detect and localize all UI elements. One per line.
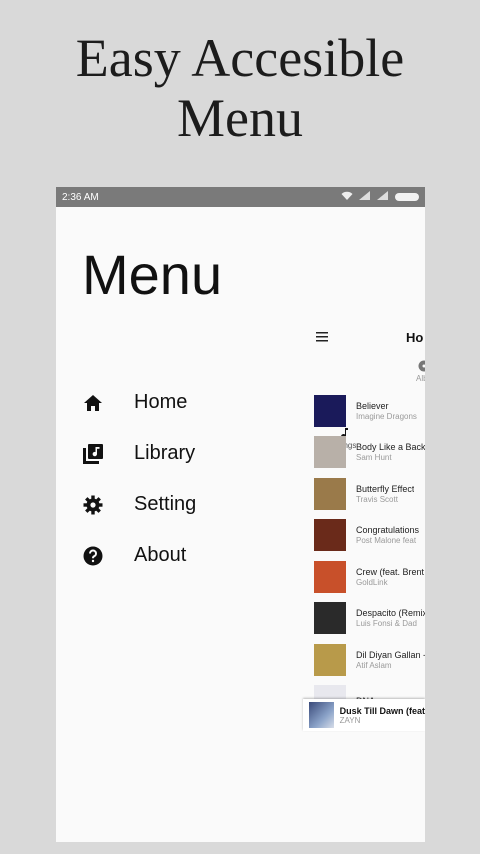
song-title: Dil Diyan Gallan - bbox=[356, 649, 425, 660]
home-icon bbox=[82, 392, 104, 414]
song-text: Despacito (Remix Luis Fonsi & Dad bbox=[356, 607, 425, 629]
hamburger-menu-icon[interactable] bbox=[316, 330, 328, 345]
song-text: Dil Diyan Gallan - Atif Aslam bbox=[356, 649, 425, 671]
song-title: Crew (feat. Brent bbox=[356, 566, 425, 577]
app-preview[interactable]: Ho Songs Albu BelieverImagine Dragons Bod… bbox=[306, 322, 425, 742]
album-art bbox=[314, 519, 346, 552]
headline-line-2: Menu bbox=[177, 88, 303, 148]
preview-tabs: Songs Albu bbox=[306, 360, 425, 450]
album-art bbox=[314, 560, 346, 593]
song-text: Congratulations Post Malone feat bbox=[356, 524, 419, 546]
song-row[interactable]: Body Like a Back Sam Hunt bbox=[314, 432, 425, 474]
song-artist: Atif Aslam bbox=[356, 660, 392, 670]
song-title: Butterfly Effect bbox=[356, 483, 415, 494]
help-icon bbox=[82, 545, 104, 567]
now-playing-bar[interactable]: Dusk Till Dawn (feat ZAYN bbox=[303, 699, 425, 731]
song-artist: Luis Fonsi & Dad bbox=[356, 619, 417, 629]
song-text: Butterfly Effect Travis Scott bbox=[356, 483, 414, 505]
headline: Easy Accesible Menu bbox=[0, 28, 480, 148]
menu-item-label: About bbox=[134, 544, 187, 566]
status-time: 2:36 AM bbox=[62, 191, 99, 203]
status-bar: 2:36 AM bbox=[56, 187, 425, 207]
menu-item-library[interactable]: Library bbox=[82, 428, 196, 479]
library-icon bbox=[82, 443, 104, 465]
song-row[interactable]: Dil Diyan Gallan - Atif Aslam bbox=[314, 639, 425, 681]
signal-icon bbox=[359, 191, 371, 203]
song-text: Body Like a Back Sam Hunt bbox=[356, 441, 425, 463]
preview-title: Ho bbox=[406, 330, 424, 345]
now-playing-title: Dusk Till Dawn (feat bbox=[339, 705, 425, 716]
menu-item-about[interactable]: About bbox=[82, 530, 196, 581]
album-art bbox=[314, 394, 346, 427]
menu-item-home[interactable]: Home bbox=[82, 377, 196, 428]
menu-item-label: Setting bbox=[134, 493, 197, 515]
drawer-title: Menu bbox=[82, 243, 223, 306]
wifi-icon bbox=[341, 191, 353, 204]
signal-icon-2 bbox=[377, 191, 389, 203]
album-art bbox=[314, 602, 346, 635]
now-playing-artist: ZAYN bbox=[339, 715, 361, 725]
song-title: Believer bbox=[356, 400, 389, 411]
status-icons bbox=[341, 191, 419, 204]
gear-icon bbox=[82, 494, 104, 516]
drawer-menu: Home Library Setting About bbox=[82, 377, 196, 581]
song-row[interactable]: Congratulations Post Malone feat bbox=[314, 515, 425, 557]
menu-item-setting[interactable]: Setting bbox=[82, 479, 196, 530]
song-artist: Travis Scott bbox=[356, 494, 398, 504]
battery-icon bbox=[395, 193, 419, 201]
menu-item-label: Library bbox=[134, 442, 196, 464]
preview-app-bar: Ho bbox=[306, 322, 425, 352]
album-art bbox=[314, 643, 346, 676]
song-artist: Sam Hunt bbox=[356, 453, 392, 463]
song-artist: Post Malone feat bbox=[356, 536, 417, 546]
album-icon bbox=[410, 360, 425, 374]
song-row[interactable]: Butterfly Effect Travis Scott bbox=[314, 473, 425, 515]
song-row[interactable]: Believer Imagine Dragons bbox=[314, 390, 425, 432]
song-artist: Imagine Dragons bbox=[356, 411, 417, 421]
song-title: Body Like a Back bbox=[356, 442, 425, 453]
song-title: Despacito (Remix bbox=[356, 608, 425, 619]
tab-albums[interactable]: Albu bbox=[410, 360, 425, 383]
song-text: Believer Imagine Dragons bbox=[356, 400, 417, 422]
song-row[interactable]: Despacito (Remix Luis Fonsi & Dad bbox=[314, 598, 425, 640]
menu-item-label: Home bbox=[134, 391, 188, 413]
headline-line-1: Easy Accesible bbox=[75, 28, 405, 88]
song-title: Congratulations bbox=[356, 525, 420, 536]
song-row[interactable]: Crew (feat. Brent GoldLink bbox=[314, 556, 425, 598]
song-text: Crew (feat. Brent GoldLink bbox=[356, 566, 424, 588]
tab-label: Albu bbox=[415, 374, 425, 383]
song-list: Believer Imagine Dragons Body Like a Back S… bbox=[314, 390, 425, 722]
phone-screen: 2:36 AM Menu Home Library Setting About … bbox=[56, 187, 425, 842]
album-art bbox=[314, 477, 346, 510]
album-art bbox=[314, 436, 346, 469]
now-playing-artwork bbox=[309, 702, 334, 728]
song-artist: GoldLink bbox=[356, 577, 388, 587]
